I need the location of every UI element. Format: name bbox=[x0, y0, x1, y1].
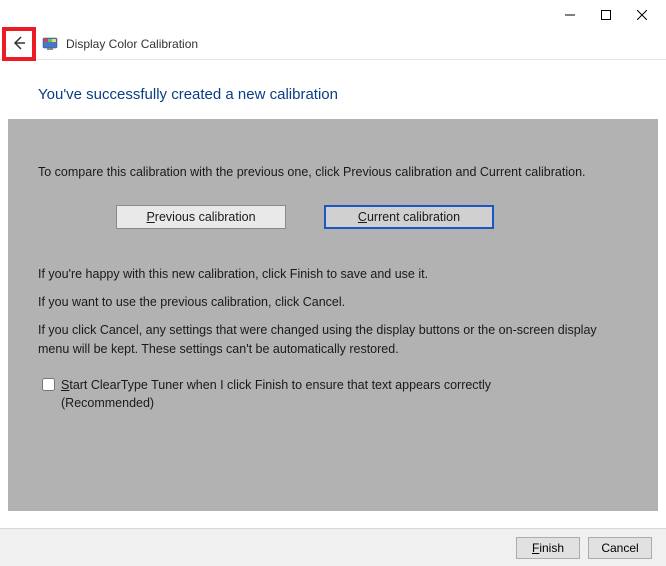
current-calibration-label: Current calibration bbox=[358, 208, 460, 226]
finish-instruction: If you're happy with this new calibratio… bbox=[38, 265, 628, 283]
page-heading: You've successfully created a new calibr… bbox=[0, 60, 666, 119]
compare-instruction: To compare this calibration with the pre… bbox=[38, 163, 628, 181]
app-icon bbox=[42, 36, 58, 52]
maximize-button[interactable] bbox=[588, 4, 624, 26]
compare-buttons-row: Previous calibration Current calibration bbox=[116, 205, 628, 229]
cancel-warning: If you click Cancel, any settings that w… bbox=[38, 321, 628, 357]
content-panel: To compare this calibration with the pre… bbox=[8, 119, 658, 511]
cleartype-label: Start ClearType Tuner when I click Finis… bbox=[61, 376, 581, 412]
header: Display Color Calibration bbox=[0, 28, 666, 60]
cancel-button[interactable]: Cancel bbox=[588, 537, 652, 559]
cleartype-row: Start ClearType Tuner when I click Finis… bbox=[38, 376, 628, 412]
back-button[interactable] bbox=[10, 34, 28, 52]
close-button[interactable] bbox=[624, 4, 660, 26]
finish-button-label: Finish bbox=[532, 541, 564, 555]
cancel-button-label: Cancel bbox=[601, 541, 638, 555]
previous-calibration-button[interactable]: Previous calibration bbox=[116, 205, 286, 229]
footer: Finish Cancel bbox=[0, 528, 666, 566]
finish-button[interactable]: Finish bbox=[516, 537, 580, 559]
window-title: Display Color Calibration bbox=[66, 37, 198, 51]
titlebar bbox=[0, 0, 666, 28]
current-calibration-button[interactable]: Current calibration bbox=[324, 205, 494, 229]
cleartype-checkbox[interactable] bbox=[42, 378, 55, 391]
minimize-button[interactable] bbox=[552, 4, 588, 26]
previous-calibration-label: Previous calibration bbox=[146, 208, 255, 226]
cancel-instruction: If you want to use the previous calibrat… bbox=[38, 293, 628, 311]
